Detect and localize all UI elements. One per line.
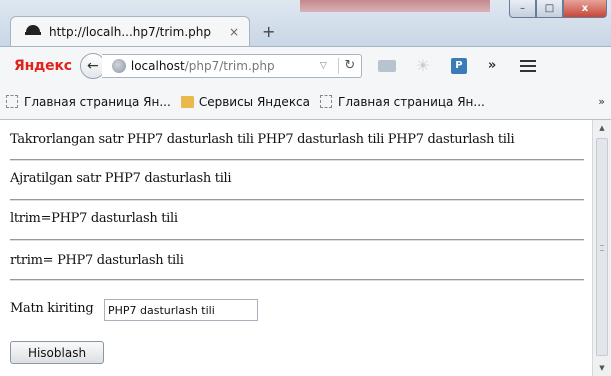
p-extension-icon[interactable]: P	[448, 57, 470, 74]
url-path: /php7/trim.php	[184, 58, 275, 73]
bookmarks-more-button[interactable]: »	[598, 95, 605, 108]
more-tools-button[interactable]: »	[488, 58, 496, 73]
bookmarks-bar: Главная страница Ян... Сервисы Яндекса Г…	[0, 84, 611, 120]
bookmark-label: Главная страница Ян...	[24, 94, 171, 109]
titlebar-accent	[300, 0, 490, 12]
title-bar: – □ x http://localh...hp7/trim.php × +	[0, 0, 611, 46]
mail-icon[interactable]	[376, 58, 398, 74]
calculate-button[interactable]: Hisoblash	[10, 341, 104, 364]
url-text[interactable]: localhost/php7/trim.php	[131, 59, 320, 73]
page-icon	[320, 95, 333, 108]
window-controls: – □ x	[509, 0, 607, 20]
rtrim-result-text: rtrim= PHP7 dasturlash tili	[10, 253, 184, 268]
menu-icon[interactable]	[520, 59, 537, 72]
tab-close-icon[interactable]: ×	[229, 25, 239, 39]
divider	[10, 239, 584, 241]
ltrim-result-text: ltrim=PHP7 dasturlash tili	[10, 211, 178, 226]
scroll-up-icon[interactable]: ▲	[593, 120, 611, 136]
url-host: localhost	[130, 58, 185, 73]
new-tab-button[interactable]: +	[262, 22, 275, 41]
close-window-button[interactable]: x	[563, 0, 607, 18]
divider	[10, 199, 584, 201]
reload-icon[interactable]: ↻	[339, 58, 361, 73]
bookmark-item[interactable]: Сервисы Яндекса	[180, 94, 311, 109]
divider	[10, 159, 584, 161]
yandex-logo[interactable]: Яндекс	[14, 58, 72, 74]
browser-tab[interactable]: http://localh...hp7/trim.php ×	[10, 16, 250, 46]
scroll-down-icon[interactable]: ▼	[593, 360, 611, 376]
repeated-string-text: Takrorlangan satr PHP7 dasturlash tili P…	[10, 132, 515, 147]
vertical-scrollbar[interactable]: ▲ ▼	[592, 120, 611, 376]
input-label: Matn kiriting	[10, 301, 94, 316]
scrollbar-grip	[600, 245, 604, 251]
scrollbar-thumb[interactable]	[596, 138, 608, 356]
navigation-bar: Яндекс ← localhost/php7/trim.php ▽ ↻ ☀ P…	[0, 46, 611, 84]
mail-glyph	[377, 59, 396, 72]
address-bar[interactable]: localhost/php7/trim.php ▽ ↻	[101, 53, 362, 78]
minimize-button[interactable]: –	[509, 0, 536, 18]
globe-icon	[111, 58, 126, 73]
p-glyph: P	[450, 57, 467, 74]
url-dropdown-icon[interactable]: ▽	[320, 61, 338, 71]
page-icon	[6, 95, 18, 108]
incognito-icon	[25, 24, 41, 39]
bookmark-label: Главная страница Ян...	[338, 94, 485, 109]
tab-title: http://localh...hp7/trim.php	[49, 24, 211, 39]
back-arrow-icon: ←	[86, 57, 99, 74]
divider	[10, 279, 584, 281]
maximize-button[interactable]: □	[536, 0, 563, 18]
bookmark-item[interactable]: Главная страница Ян...	[6, 95, 171, 109]
page-content: Takrorlangan satr PHP7 dasturlash tili P…	[0, 120, 592, 376]
bookmark-item[interactable]: Главная страница Ян...	[320, 95, 485, 109]
folder-icon	[180, 95, 194, 108]
brand-text: Яндекс	[14, 57, 72, 74]
text-input[interactable]: PHP7 dasturlash tili	[104, 299, 258, 321]
bookmark-label: Сервисы Яндекса	[198, 94, 311, 109]
split-string-text: Ajratilgan satr PHP7 dasturlash tili	[10, 171, 232, 186]
weather-icon[interactable]: ☀	[412, 56, 434, 75]
